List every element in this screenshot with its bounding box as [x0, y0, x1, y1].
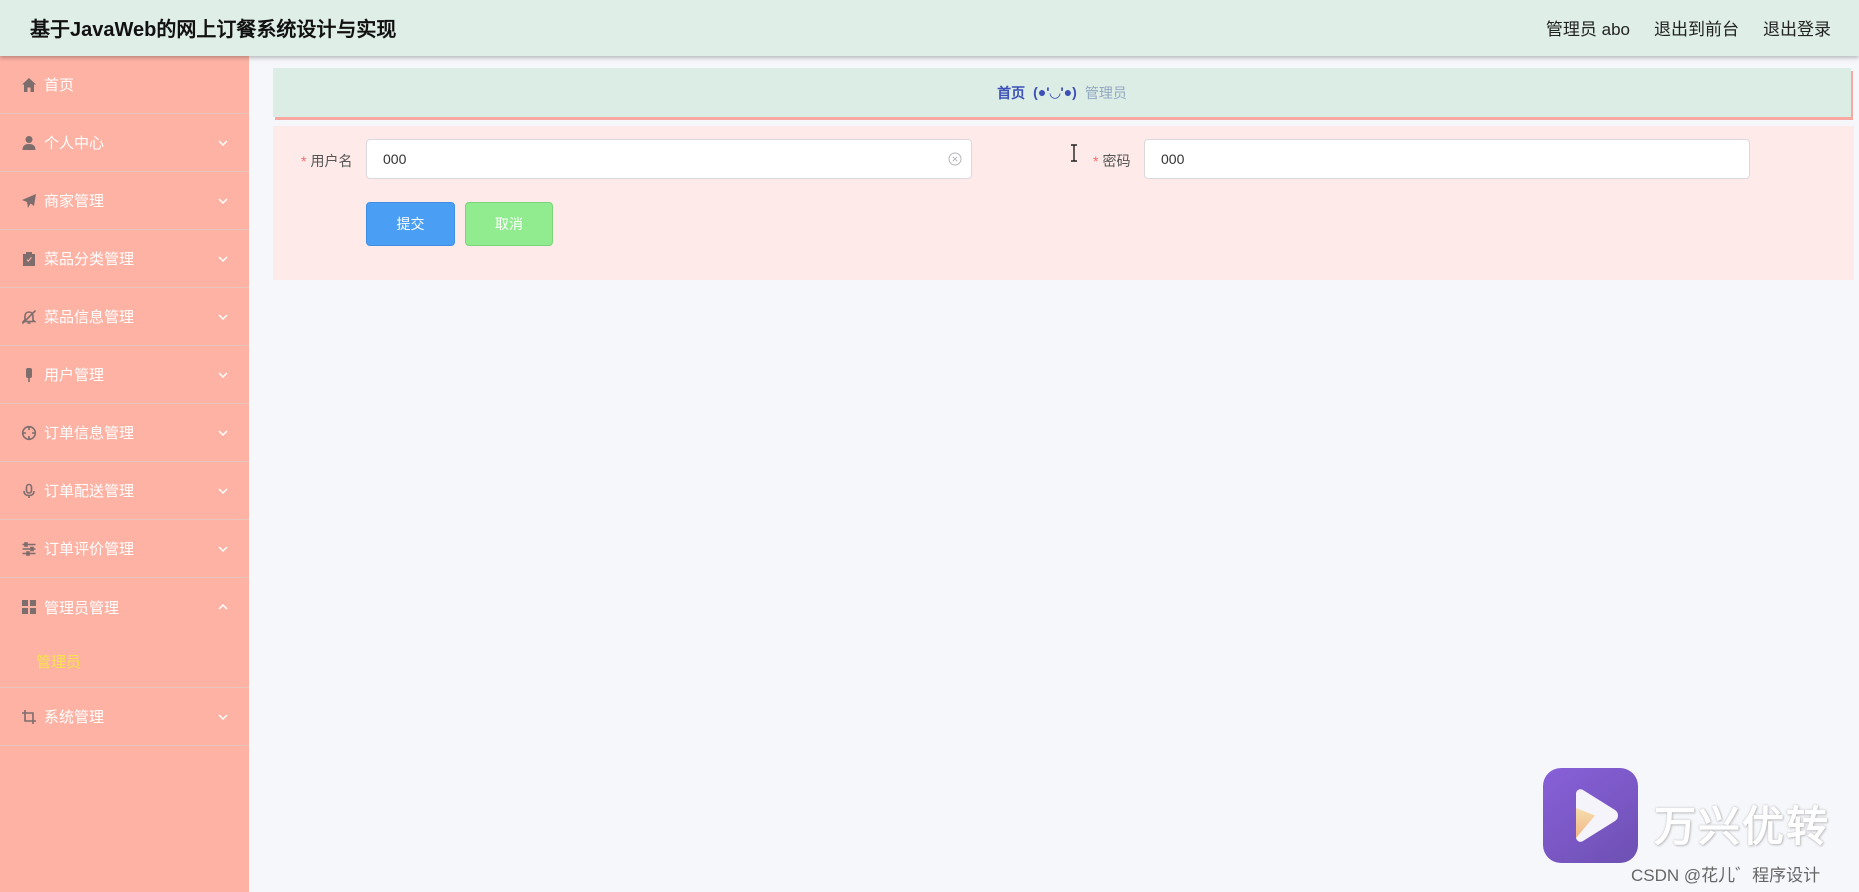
- breadcrumb-separator: (●'◡'●): [1033, 84, 1077, 100]
- username-label-text: 用户名: [310, 153, 353, 169]
- sidebar-item-label: 订单配送管理: [44, 483, 135, 500]
- header-actions: 管理员 abo 退出到前台 退出登录: [1546, 15, 1831, 40]
- watermark-brand: 万兴优转: [1654, 803, 1831, 850]
- chevron-down-icon: [217, 194, 229, 206]
- crop-icon: [20, 708, 38, 726]
- sidebar-item-home[interactable]: 首页: [0, 56, 249, 114]
- sidebar-item-label: 首页: [44, 77, 75, 94]
- sidebar-subitem-admin[interactable]: 管理员: [0, 636, 249, 688]
- sidebar-item-system[interactable]: 系统管理: [0, 688, 249, 746]
- chevron-down-icon: [217, 310, 229, 322]
- user-icon: [20, 134, 38, 152]
- clipboard-icon: [20, 250, 38, 268]
- chevron-down-icon: [217, 484, 229, 496]
- logout-link[interactable]: 退出登录: [1763, 15, 1831, 40]
- bell-off-icon: [20, 308, 38, 326]
- sidebar-item-order-delivery[interactable]: 订单配送管理: [0, 462, 249, 520]
- mic-icon: [20, 482, 38, 500]
- sidebar-item-label: 商家管理: [44, 193, 105, 210]
- chevron-down-icon: [217, 542, 229, 554]
- password-label-text: 密码: [1102, 153, 1131, 169]
- chevron-down-icon: [217, 426, 229, 438]
- sidebar-item-user[interactable]: 用户管理: [0, 346, 249, 404]
- chevron-down-icon: [217, 252, 229, 264]
- microphone-icon: [20, 366, 38, 384]
- app-title: 基于JavaWeb的网上订餐系统设计与实现: [30, 19, 397, 41]
- sidebar-item-dish-info[interactable]: 菜品信息管理: [0, 288, 249, 346]
- crosshair-icon: [20, 424, 38, 442]
- play-icon: [1576, 789, 1618, 842]
- sidebar-item-merchant[interactable]: 商家管理: [0, 172, 249, 230]
- password-label: * 密码: [1093, 151, 1130, 171]
- home-icon: [20, 76, 38, 94]
- sidebar-item-admin-management[interactable]: 管理员管理: [0, 578, 249, 636]
- password-input[interactable]: 000: [1144, 139, 1750, 179]
- cancel-button[interactable]: 取消: [465, 202, 553, 246]
- sidebar-item-dish-category[interactable]: 菜品分类管理: [0, 230, 249, 288]
- sidebar-item-label: 管理员管理: [44, 599, 120, 617]
- paper-plane-icon: [20, 192, 38, 210]
- admin-form: * 用户名 000 * 密码 000 提交 取消: [273, 126, 1854, 280]
- watermark-credit: CSDN @花儿゛程序设计: [1631, 866, 1821, 885]
- username-input[interactable]: 000: [366, 139, 972, 179]
- sidebar-item-order-info[interactable]: 订单信息管理: [0, 404, 249, 462]
- sidebar-subitem-label: 管理员: [36, 654, 82, 671]
- chevron-down-icon: [217, 368, 229, 380]
- sidebar-item-label: 用户管理: [44, 367, 105, 384]
- breadcrumb-current: 管理员: [1084, 84, 1127, 101]
- sidebar-item-label: 个人中心: [44, 135, 105, 152]
- sidebar: 首页 个人中心 商家管理 菜品分类管理 菜品信息管理 用户管理 订单信息管理 订…: [0, 56, 249, 892]
- required-mark: *: [301, 153, 307, 169]
- sidebar-item-order-review[interactable]: 订单评价管理: [0, 520, 249, 578]
- current-user-label: 管理员 abo: [1545, 20, 1630, 39]
- username-value: 000: [383, 151, 407, 167]
- watermark-logo: [1543, 768, 1638, 863]
- submit-button[interactable]: 提交: [366, 202, 455, 246]
- breadcrumb-home[interactable]: 首页: [997, 83, 1025, 103]
- password-value: 000: [1161, 151, 1185, 167]
- sidebar-item-label: 订单评价管理: [44, 541, 135, 558]
- sidebar-item-personal-center[interactable]: 个人中心: [0, 114, 249, 172]
- sidebar-item-label: 菜品信息管理: [44, 309, 135, 326]
- required-mark: *: [1093, 153, 1099, 169]
- sliders-icon: [20, 540, 38, 558]
- chevron-down-icon: [217, 710, 229, 722]
- breadcrumb: 首页 (●'◡'●) 管理员: [273, 68, 1851, 117]
- chevron-up-icon: [217, 600, 229, 612]
- sidebar-item-label: 订单信息管理: [44, 425, 135, 442]
- sidebar-item-label: 系统管理: [44, 709, 105, 726]
- back-to-front-link[interactable]: 退出到前台: [1654, 15, 1739, 40]
- clear-icon[interactable]: [948, 152, 962, 166]
- top-header: 基于JavaWeb的网上订餐系统设计与实现 管理员 abo 退出到前台 退出登录: [0, 0, 1859, 56]
- sidebar-item-label: 菜品分类管理: [44, 251, 135, 268]
- chevron-down-icon: [217, 136, 229, 148]
- grid-icon: [20, 598, 38, 616]
- username-label: * 用户名: [301, 151, 352, 171]
- text-cursor-icon: [1069, 144, 1079, 162]
